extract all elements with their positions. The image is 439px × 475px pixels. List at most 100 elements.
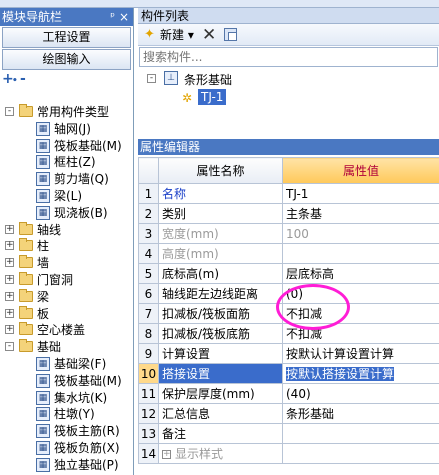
new-label: 新建 [160, 28, 185, 42]
tree-node-label: 轴网(J) [54, 122, 91, 136]
property-value-cell[interactable]: 主条基 [282, 203, 439, 224]
property-name: 扣减板/筏板面筋 [162, 307, 251, 321]
property-row[interactable]: 13 备注 [138, 423, 439, 444]
tree-expand-toggle[interactable]: + [5, 258, 14, 267]
folder-icon [19, 255, 33, 268]
property-row[interactable]: 2 类别 主条基 [138, 203, 439, 224]
property-value-cell[interactable]: 层底标高 [282, 263, 439, 284]
property-name-cell: 备注 [158, 423, 283, 444]
tree-node-label: 框柱(Z) [54, 155, 96, 169]
property-value-cell[interactable]: 条形基础 [282, 403, 439, 424]
tree-node-label: 集水坑(K) [54, 391, 108, 405]
tree-node-label: 梁 [37, 290, 50, 304]
property-value-cell[interactable]: 不扣减 [282, 303, 439, 324]
component-gear-icon: ✲ [182, 91, 193, 105]
property-value-cell[interactable] [282, 423, 439, 444]
tree-expand-toggle[interactable]: + [5, 225, 14, 234]
drawing-input-button[interactable]: 绘图输入 [2, 49, 131, 70]
property-row[interactable]: 3 宽度(mm) 100 [138, 223, 439, 244]
expand-all-icon-dot: • [12, 76, 18, 86]
property-name: 搭接设置 [162, 367, 211, 381]
folder-icon [19, 222, 33, 235]
folder-icon [19, 339, 33, 352]
property-value-cell[interactable] [282, 443, 439, 464]
property-row[interactable]: 9 计算设置 按默认计算设置计算 [138, 343, 439, 364]
property-name: 汇总信息 [162, 407, 211, 421]
property-value-cell[interactable]: (0) [282, 283, 439, 304]
property-row[interactable]: 7 扣减板/筏板面筋 不扣减 [138, 303, 439, 324]
row-number: 4 [138, 243, 159, 264]
beam-icon: ▦ [36, 189, 50, 203]
property-value-cell[interactable]: 按默认计算设置计算 [282, 343, 439, 364]
tree-expand-toggle[interactable]: + [5, 325, 14, 334]
property-name: 保护层厚度(mm) [162, 387, 255, 401]
property-row[interactable]: 4 高度(mm) [138, 243, 439, 264]
property-row[interactable]: 5 底标高(m) 层底标高 [138, 263, 439, 284]
property-row[interactable]: 12 汇总信息 条形基础 [138, 403, 439, 424]
isolated-footing-icon: ▦ [36, 458, 50, 472]
property-name-cell: 轴线距左边线距离 [158, 283, 283, 304]
property-value: 100 [286, 226, 309, 241]
group-expand-toggle[interactable]: + [162, 450, 171, 459]
tree-expand-toggle[interactable]: + [5, 292, 14, 301]
tree-collapse-toggle[interactable]: - [5, 342, 14, 351]
property-value-cell[interactable]: 100 [282, 223, 439, 244]
close-icon[interactable]: × [119, 8, 129, 26]
sump-pit-icon: ▦ [36, 391, 50, 405]
tree-expand-toggle[interactable]: + [5, 309, 14, 318]
property-editor-title: 属性编辑器 [138, 139, 439, 155]
top-toolbar-strip [0, 0, 439, 8]
property-value-cell[interactable]: 不扣减 [282, 323, 439, 344]
property-row[interactable]: 8 扣减板/筏板底筋 不扣减 [138, 323, 439, 344]
property-value: (0) [286, 286, 303, 301]
row-number: 12 [138, 403, 159, 424]
tree-node-label: 常用构件类型 [37, 105, 110, 119]
tree-node-label: 现浇板(B) [54, 206, 108, 220]
property-name: 名称 [162, 187, 187, 201]
property-name-cell: 宽度(mm) [158, 223, 283, 244]
collapse-all-icon[interactable]: - [20, 71, 26, 87]
property-header-row: 属性名称 属性值 [138, 157, 439, 184]
tree-node-label: 板 [37, 307, 50, 321]
tree-root-label[interactable]: 条形基础 [184, 71, 232, 88]
property-value: 不扣减 [286, 307, 323, 321]
property-value: 条形基础 [286, 407, 335, 421]
component-list-title: 构件列表 [138, 8, 439, 24]
property-value-cell[interactable]: (40) [282, 383, 439, 404]
tree-collapse-toggle[interactable]: - [5, 107, 14, 116]
module-navigation-panel: 模块导航栏 ᵖ × 工程设置 绘图输入 + • - - 常用构件类型 ▦ 轴网(J) ▦… [0, 8, 134, 475]
project-settings-button[interactable]: 工程设置 [2, 27, 131, 48]
property-row[interactable]: 10 搭接设置 按默认搭接设置计算 [138, 363, 439, 384]
property-value-cell[interactable]: 按默认搭接设置计算 [282, 363, 439, 384]
new-component-button[interactable]: ✦ 新建 ▾ [144, 27, 194, 43]
property-value-cell[interactable] [282, 243, 439, 264]
property-value: 按默认计算设置计算 [286, 347, 395, 361]
property-row[interactable]: 6 轴线距左边线距离 (0) [138, 283, 439, 304]
property-name-cell: + 显示样式 [158, 443, 283, 464]
row-number: 2 [138, 203, 159, 224]
grid-icon: ▦ [36, 122, 50, 136]
tree-collapse-toggle[interactable]: - [147, 74, 156, 83]
copy-icon[interactable] [224, 28, 237, 41]
property-value-header: 属性值 [282, 157, 439, 184]
tree-expand-toggle[interactable]: + [5, 241, 14, 250]
property-value-cell[interactable]: TJ-1 [282, 183, 439, 204]
property-name: 显示样式 [175, 447, 224, 461]
component-tj-1[interactable]: TJ-1 [198, 89, 227, 105]
folder-icon [19, 289, 33, 302]
row-number: 3 [138, 223, 159, 244]
property-name: 宽度(mm) [162, 227, 219, 241]
pin-icon[interactable]: ᵖ [110, 8, 115, 26]
raft-neg-rebar-icon: ▦ [36, 441, 50, 455]
column-pier-icon: ▦ [36, 407, 50, 421]
property-row[interactable]: 11 保护层厚度(mm) (40) [138, 383, 439, 404]
tree-node-label: 筏板负筋(X) [54, 441, 120, 455]
property-row[interactable]: 14 + 显示样式 [138, 443, 439, 464]
tree-node-label: 筏板主筋(R) [54, 424, 120, 438]
tree-expand-toggle[interactable]: + [5, 275, 14, 284]
property-row[interactable]: 1 名称 TJ-1 [138, 183, 439, 204]
search-component-input[interactable] [139, 47, 438, 67]
property-name: 计算设置 [162, 347, 211, 361]
property-table: 属性名称 属性值 1 名称 TJ-1 2 类别 主条基 3 宽度(mm) 100 4 高度(mm) 5… [138, 157, 439, 464]
delete-icon[interactable]: ✕ [202, 25, 216, 45]
